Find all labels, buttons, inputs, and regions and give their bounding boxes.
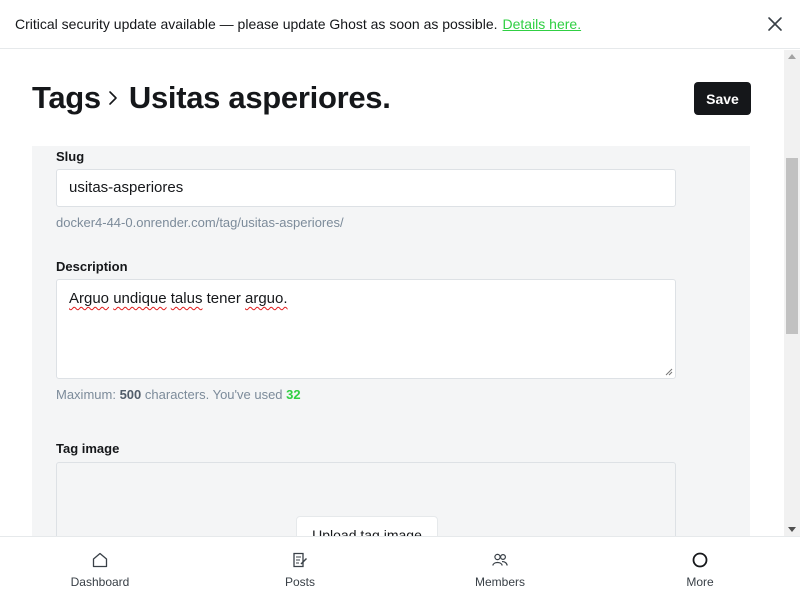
nav-members[interactable]: Members — [400, 537, 600, 600]
resize-handle-icon[interactable] — [665, 368, 673, 376]
nav-members-label: Members — [474, 575, 525, 589]
scrollbar[interactable] — [784, 50, 800, 536]
main-content[interactable]: Tags Usitas asperiores. Save Slug usitas… — [0, 50, 784, 536]
scrollbar-thumb[interactable] — [786, 158, 798, 334]
banner-message: Critical security update available — ple… — [15, 16, 498, 32]
breadcrumb: Tags Usitas asperiores. — [32, 80, 391, 116]
description-word: arguo. — [245, 290, 288, 307]
close-icon[interactable] — [766, 15, 784, 33]
used-chars: 32 — [286, 387, 301, 402]
nav-more-label: More — [686, 575, 714, 589]
chevron-right-icon — [107, 87, 125, 109]
description-char-count: Maximum: 500 characters. You've used 32 — [56, 387, 301, 402]
tag-image-label: Tag image — [56, 441, 120, 456]
max-chars: 500 — [119, 387, 142, 402]
nav-posts-label: Posts — [284, 575, 315, 589]
description-word: Arguo — [69, 290, 110, 307]
circle-icon — [691, 551, 709, 569]
edit-posts-icon — [291, 551, 309, 569]
breadcrumb-tags-link[interactable]: Tags — [32, 80, 101, 116]
tag-image-dropzone[interactable]: Upload tag image — [56, 462, 676, 536]
nav-dashboard-label: Dashboard — [70, 575, 130, 589]
security-banner: Critical security update available — ple… — [0, 0, 800, 49]
description-label: Description — [56, 259, 128, 274]
scroll-down-arrow-icon[interactable] — [788, 527, 796, 532]
upload-tag-image-button[interactable]: Upload tag image — [296, 516, 438, 536]
nav-dashboard[interactable]: Dashboard — [0, 537, 200, 600]
page-title: Usitas asperiores. — [128, 80, 391, 115]
slug-input[interactable]: usitas-asperiores — [56, 169, 676, 207]
description-textarea[interactable]: Arguo undique talus tener arguo. — [56, 279, 676, 379]
scroll-up-arrow-icon[interactable] — [788, 54, 796, 59]
nav-more[interactable]: More — [600, 537, 800, 600]
description-word: undique — [113, 290, 167, 307]
members-icon — [491, 551, 509, 569]
slug-label: Slug — [56, 149, 85, 164]
description-word: tener — [206, 290, 241, 307]
bottom-navigation: Dashboard Posts Members More — [0, 536, 800, 600]
banner-details-link[interactable]: Details here. — [503, 16, 582, 32]
nav-posts[interactable]: Posts — [200, 537, 400, 600]
description-word: talus — [170, 290, 203, 307]
house-icon — [91, 551, 109, 569]
save-button[interactable]: Save — [694, 82, 751, 115]
slug-url-hint: docker4-44-0.onrender.com/tag/usitas-asp… — [56, 215, 344, 230]
